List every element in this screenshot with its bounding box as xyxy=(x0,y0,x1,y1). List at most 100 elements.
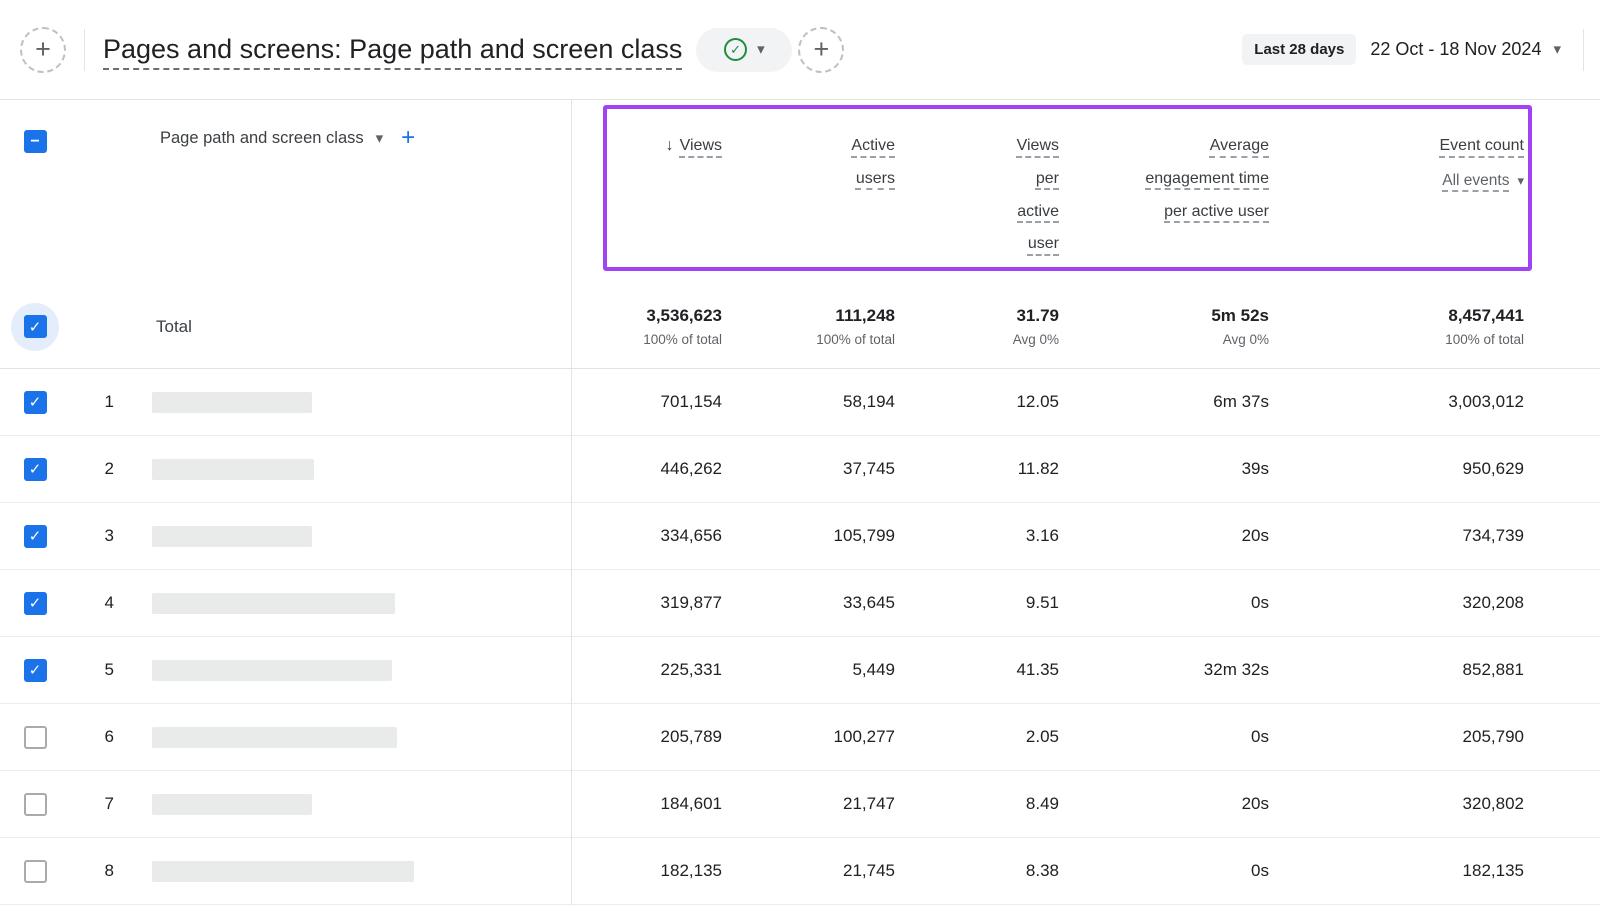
metric-value: 2.05 xyxy=(895,727,1059,747)
engagement-time-cell: 20s xyxy=(1059,526,1269,546)
metric-value: 20s xyxy=(1059,526,1269,546)
row-index: 5 xyxy=(105,660,120,680)
metric-value: 950,629 xyxy=(1269,459,1524,479)
divider xyxy=(84,29,85,71)
row-checkbox[interactable] xyxy=(24,659,47,682)
metric-value: 6m 37s xyxy=(1059,392,1269,412)
metric-value: 3,003,012 xyxy=(1269,392,1524,412)
check-circle-icon: ✓ xyxy=(724,38,747,61)
select-all-cell xyxy=(24,130,47,153)
row-index: 8 xyxy=(105,861,120,881)
divider xyxy=(1583,29,1584,71)
total-active-users: 111,248 100% of total xyxy=(722,306,895,347)
column-header-views-per-active-user[interactable]: Views per active user xyxy=(895,130,1059,261)
date-range-picker[interactable]: 22 Oct - 18 Nov 2024 ▾ xyxy=(1370,39,1561,60)
page-path-cell xyxy=(120,861,571,882)
row-checkbox-cell xyxy=(24,525,47,548)
event-filter-dropdown[interactable]: All events▾ xyxy=(1269,165,1524,197)
event-count-cell: 205,790 xyxy=(1269,727,1524,747)
column-label: Views per active user xyxy=(993,130,1059,261)
metric-value: 21,747 xyxy=(722,794,895,814)
active-users-cell: 21,745 xyxy=(722,861,895,881)
views-cell: 446,262 xyxy=(571,459,722,479)
plus-icon: + xyxy=(813,34,829,65)
metric-value: 32m 32s xyxy=(1059,660,1269,680)
metric-value: 100,277 xyxy=(722,727,895,747)
dimension-label[interactable]: Page path and screen class xyxy=(160,129,364,148)
event-count-cell: 852,881 xyxy=(1269,660,1524,680)
row-checkbox-cell xyxy=(24,726,47,749)
row-index: 4 xyxy=(105,593,120,613)
metric-value: 182,135 xyxy=(571,861,722,881)
row-checkbox[interactable] xyxy=(24,860,47,883)
row-checkbox[interactable] xyxy=(24,391,47,414)
table-row: 5 225,331 5,449 41.35 32m 32s 852,881 xyxy=(0,637,1600,704)
row-checkbox[interactable] xyxy=(24,793,47,816)
metric-value: 58,194 xyxy=(722,392,895,412)
total-checkbox-cell xyxy=(11,303,59,351)
dimension-header: Page path and screen class ▾ + xyxy=(120,126,571,150)
total-event-count: 8,457,441 100% of total xyxy=(1269,306,1524,347)
metric-value: 205,789 xyxy=(571,727,722,747)
chevron-down-icon[interactable]: ▾ xyxy=(376,131,384,146)
total-checkbox[interactable] xyxy=(24,315,47,338)
redacted-page-path xyxy=(152,526,312,547)
table-row: 3 334,656 105,799 3.16 20s 734,739 xyxy=(0,503,1600,570)
date-preset-chip[interactable]: Last 28 days xyxy=(1242,34,1356,65)
column-header-views[interactable]: ↓Views xyxy=(571,130,722,163)
chevron-down-icon: ▾ xyxy=(757,42,765,57)
event-count-cell: 182,135 xyxy=(1269,861,1524,881)
table-row: 7 184,601 21,747 8.49 20s 320,802 xyxy=(0,771,1600,838)
redacted-page-path xyxy=(152,727,397,748)
page-path-cell xyxy=(120,727,571,748)
redacted-page-path xyxy=(152,392,312,413)
views-cell: 182,135 xyxy=(571,861,722,881)
report-status-button[interactable]: ✓ ▾ xyxy=(696,28,792,72)
metric-value: 0s xyxy=(1059,727,1269,747)
add-comparison-button[interactable]: + xyxy=(20,27,66,73)
metric-value: 3.16 xyxy=(895,526,1059,546)
metric-value: 12.05 xyxy=(895,392,1059,412)
add-dimension-button[interactable]: + xyxy=(401,126,415,150)
metric-value: 5,449 xyxy=(722,660,895,680)
metric-value: 8.38 xyxy=(895,861,1059,881)
column-header-event-count[interactable]: Event count All events▾ xyxy=(1269,130,1524,197)
page-path-cell xyxy=(120,593,571,614)
row-checkbox[interactable] xyxy=(24,458,47,481)
column-header-avg-engagement-time[interactable]: Average engagement time per active user xyxy=(1059,130,1269,228)
column-header-active-users[interactable]: Active users xyxy=(722,130,895,196)
engagement-time-cell: 0s xyxy=(1059,727,1269,747)
active-users-cell: 105,799 xyxy=(722,526,895,546)
active-users-cell: 37,745 xyxy=(722,459,895,479)
chevron-down-icon: ▾ xyxy=(1553,42,1561,57)
row-index: 2 xyxy=(105,459,120,479)
total-label: Total xyxy=(120,317,571,337)
metric-value: 701,154 xyxy=(571,392,722,412)
table-row: 2 446,262 37,745 11.82 39s 950,629 xyxy=(0,436,1600,503)
metric-value: 105,799 xyxy=(722,526,895,546)
row-checkbox[interactable] xyxy=(24,525,47,548)
metric-value: 41.35 xyxy=(895,660,1059,680)
column-label: Active users xyxy=(829,130,895,196)
table-row: 6 205,789 100,277 2.05 0s 205,790 xyxy=(0,704,1600,771)
metric-value: 320,208 xyxy=(1269,593,1524,613)
select-all-checkbox[interactable] xyxy=(24,130,47,153)
metric-value: 20s xyxy=(1059,794,1269,814)
chevron-down-icon: ▾ xyxy=(1517,173,1524,188)
page-title: Pages and screens: Page path and screen … xyxy=(103,34,682,65)
row-checkbox[interactable] xyxy=(24,592,47,615)
total-engagement-time: 5m 52s Avg 0% xyxy=(1059,306,1269,347)
metric-value: 184,601 xyxy=(571,794,722,814)
row-checkbox-cell xyxy=(24,458,47,481)
redacted-page-path xyxy=(152,660,392,681)
views-per-user-cell: 41.35 xyxy=(895,660,1059,680)
active-users-cell: 100,277 xyxy=(722,727,895,747)
views-cell: 319,877 xyxy=(571,593,722,613)
row-checkbox-cell xyxy=(24,793,47,816)
plus-icon: + xyxy=(35,34,51,65)
row-checkbox[interactable] xyxy=(24,726,47,749)
row-index: 1 xyxy=(105,392,120,412)
add-button[interactable]: + xyxy=(798,27,844,73)
table-header: Page path and screen class ▾ + ↓Views Ac… xyxy=(0,100,1600,285)
redacted-page-path xyxy=(152,794,312,815)
